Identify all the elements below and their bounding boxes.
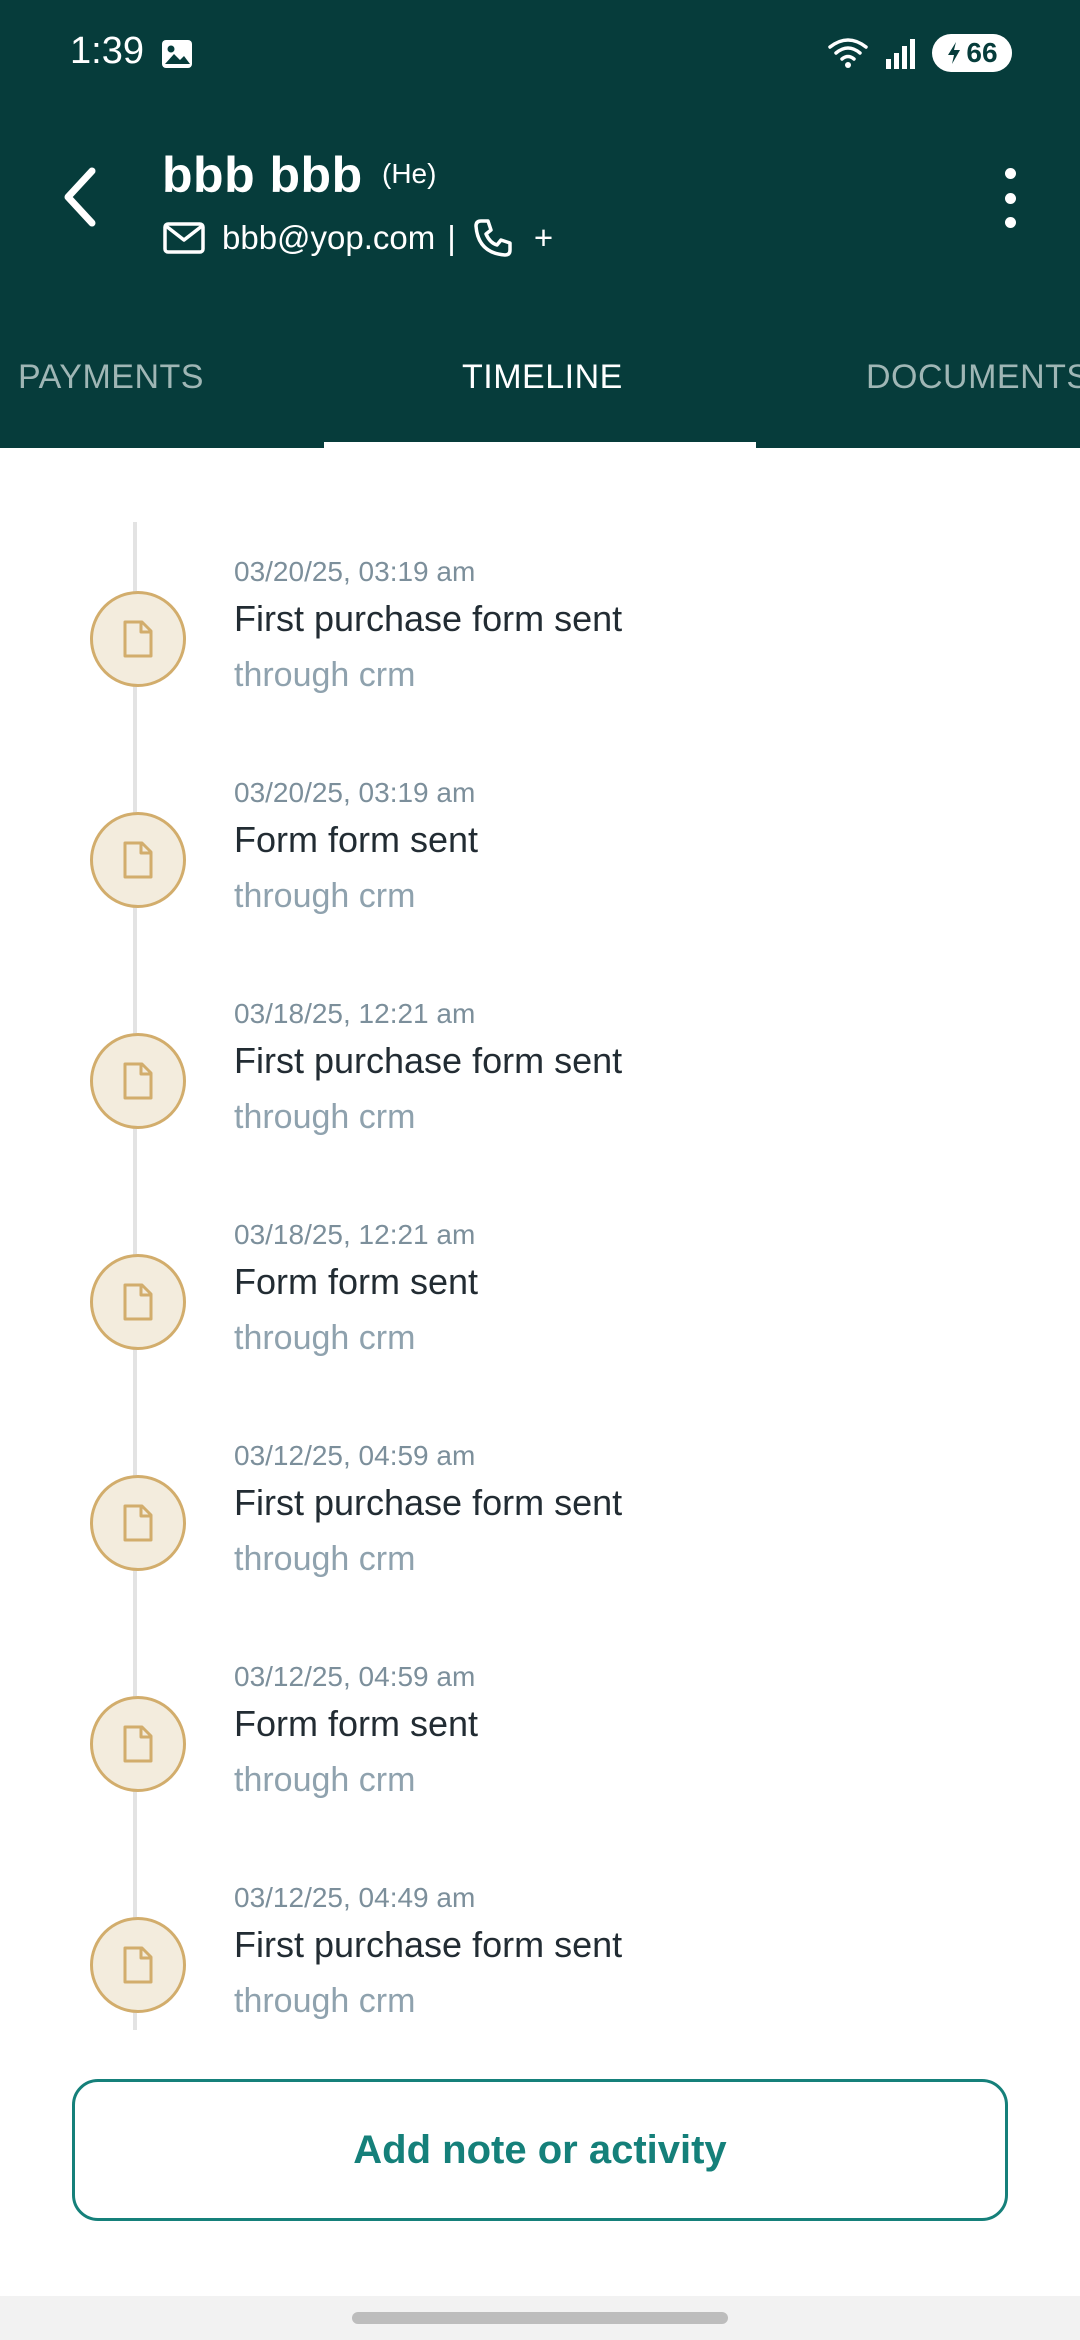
phone-icon[interactable]	[472, 217, 514, 259]
battery-level: 66	[966, 37, 998, 68]
more-vertical-icon	[1004, 168, 1016, 179]
document-icon	[90, 1696, 186, 1792]
timeline-subtitle: through crm	[234, 1319, 416, 1357]
timeline-subtitle: through crm	[234, 1540, 416, 1578]
wifi-icon	[828, 38, 868, 68]
timeline-title: Form form sent	[234, 819, 479, 860]
timeline-item: 03/20/25, 03:19 am Form form sent throug…	[0, 777, 1080, 977]
tab-timeline[interactable]: TIMELINE	[462, 358, 623, 397]
timeline-title: First purchase form sent	[234, 1040, 623, 1081]
home-indicator[interactable]	[352, 2312, 728, 2324]
signal-icon	[886, 39, 915, 69]
timeline-item: 03/18/25, 12:21 am First purchase form s…	[0, 998, 1080, 1198]
battery-charging-icon	[948, 42, 961, 64]
timeline-date: 03/18/25, 12:21 am	[234, 1219, 476, 1250]
timeline-subtitle: through crm	[234, 1098, 416, 1136]
contact-separator: |	[447, 219, 456, 256]
document-icon	[90, 1254, 186, 1350]
more-options-button[interactable]	[1000, 168, 1020, 228]
timeline-list[interactable]: 03/20/25, 03:19 am First purchase form s…	[0, 448, 1080, 2048]
document-icon	[90, 812, 186, 908]
timeline-date: 03/18/25, 12:21 am	[234, 998, 476, 1029]
timeline-date: 03/12/25, 04:59 am	[234, 1661, 476, 1692]
timeline-title: Form form sent	[234, 1703, 479, 1744]
timeline-date: 03/20/25, 03:19 am	[234, 556, 476, 587]
chevron-left-icon	[64, 167, 96, 227]
contact-phone[interactable]: +	[534, 219, 553, 257]
timeline-title: First purchase form sent	[234, 598, 623, 639]
add-note-button[interactable]: Add note or activity	[72, 2079, 1008, 2221]
timeline-item: 03/12/25, 04:59 am Form form sent throug…	[0, 1661, 1080, 1861]
timeline-date: 03/12/25, 04:49 am	[234, 1882, 476, 1913]
document-icon	[90, 1917, 186, 2013]
contact-name: bbb bbb	[162, 147, 363, 203]
timeline-subtitle: through crm	[234, 656, 416, 694]
timeline-item: 03/12/25, 04:49 am First purchase form s…	[0, 1882, 1080, 2082]
timeline-subtitle: through crm	[234, 1982, 416, 2020]
battery-indicator: 66	[932, 34, 1012, 72]
timeline-title: First purchase form sent	[234, 1924, 623, 1965]
status-icons: 66	[826, 34, 1012, 72]
tab-bar: PAYMENTS TIMELINE DOCUMENTS	[0, 330, 1080, 448]
timeline-subtitle: through crm	[234, 1761, 416, 1799]
document-icon	[90, 591, 186, 687]
timeline-title: First purchase form sent	[234, 1482, 623, 1523]
timeline-item: 03/18/25, 12:21 am Form form sent throug…	[0, 1219, 1080, 1419]
timeline-item: 03/20/25, 03:19 am First purchase form s…	[0, 556, 1080, 756]
tab-payments[interactable]: PAYMENTS	[18, 358, 204, 397]
timeline-date: 03/12/25, 04:59 am	[234, 1440, 476, 1471]
timeline-item: 03/12/25, 04:59 am First purchase form s…	[0, 1440, 1080, 1640]
contact-header: 1:39 66 bbb bbb (He) bbb@yop.com | + PAY…	[0, 0, 1080, 448]
gallery-icon	[162, 40, 192, 68]
contact-info-row: bbb@yop.com | +	[162, 214, 553, 262]
timeline-title: Form form sent	[234, 1261, 479, 1302]
mail-icon[interactable]	[162, 220, 206, 256]
status-bar: 1:39 66	[0, 0, 1080, 110]
back-button[interactable]	[48, 160, 112, 234]
timeline-date: 03/20/25, 03:19 am	[234, 777, 476, 808]
document-icon	[90, 1033, 186, 1129]
contact-email[interactable]: bbb@yop.com	[222, 219, 435, 257]
tab-documents[interactable]: DOCUMENTS	[866, 358, 1080, 397]
contact-pronoun: (He)	[382, 158, 437, 189]
document-icon	[90, 1475, 186, 1571]
timeline-subtitle: through crm	[234, 877, 416, 915]
status-time: 1:39	[70, 30, 144, 72]
